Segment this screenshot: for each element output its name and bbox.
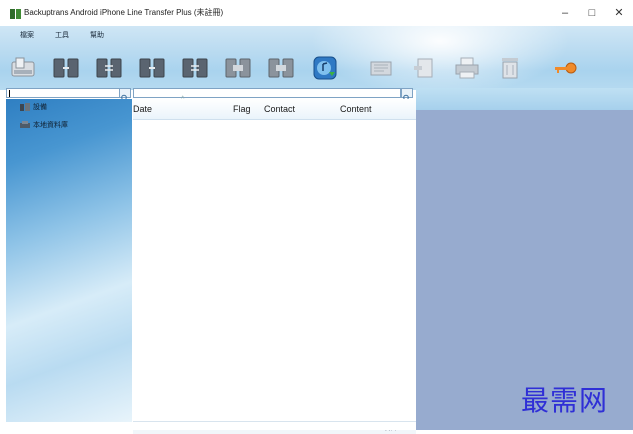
tree-item-label: 本地資料庫	[33, 122, 68, 129]
export-icon[interactable]	[368, 56, 396, 80]
menu-help[interactable]: 幫助	[86, 29, 108, 41]
column-header-flag[interactable]: Flag	[233, 104, 251, 114]
window-title: Backuptrans Android iPhone Line Transfer…	[24, 8, 224, 17]
sort-ascending-icon: ^	[181, 96, 185, 103]
menu-tools[interactable]: 工具	[51, 29, 73, 41]
tree-search-icon[interactable]	[119, 88, 131, 102]
device-tree: 設備 本地資料庫	[6, 99, 132, 422]
tree-item-devices[interactable]: 設備	[20, 102, 47, 112]
maximize-button[interactable]: □	[580, 4, 604, 22]
android-to-android-icon[interactable]	[138, 56, 166, 80]
print-icon[interactable]	[453, 56, 481, 80]
message-search-icon[interactable]	[401, 88, 413, 102]
itunes-icon[interactable]	[311, 56, 339, 80]
iphone-to-iphone-icon[interactable]	[181, 56, 209, 80]
close-button[interactable]: ✕	[607, 4, 631, 22]
tree-item-label: 設備	[33, 104, 47, 111]
message-list: ^ Date Flag Contact Content 項目：0	[133, 96, 416, 434]
minimize-button[interactable]: –	[553, 4, 577, 22]
delete-icon[interactable]	[496, 56, 524, 80]
devices-icon	[20, 103, 30, 112]
local-database-icon	[20, 121, 30, 129]
watermark: 最需网	[521, 384, 609, 417]
column-header-contact[interactable]: Contact	[264, 104, 295, 114]
message-search-input[interactable]	[133, 88, 401, 98]
android-to-iphone-icon[interactable]	[52, 56, 80, 80]
tree-item-local-database[interactable]: 本地資料庫	[20, 120, 68, 130]
phone-backup-icon[interactable]	[10, 56, 38, 80]
iphone-to-android-icon[interactable]	[95, 56, 123, 80]
list-header: ^ Date Flag Contact Content	[133, 96, 416, 120]
restore-android-icon[interactable]	[224, 56, 252, 80]
column-header-content[interactable]: Content	[340, 104, 372, 114]
app-logo-icon	[10, 9, 21, 19]
menu-file[interactable]: 檔案	[16, 29, 38, 41]
toolbar: 檔案 工具 幫助	[0, 26, 633, 90]
register-key-icon[interactable]	[551, 56, 579, 80]
column-header-date[interactable]: Date	[133, 104, 152, 114]
title-bar: Backuptrans Android iPhone Line Transfer…	[0, 0, 633, 26]
restore-iphone-icon[interactable]	[267, 56, 295, 80]
detail-header	[416, 88, 633, 110]
import-icon[interactable]	[410, 56, 438, 80]
tree-search-input[interactable]	[6, 88, 130, 98]
